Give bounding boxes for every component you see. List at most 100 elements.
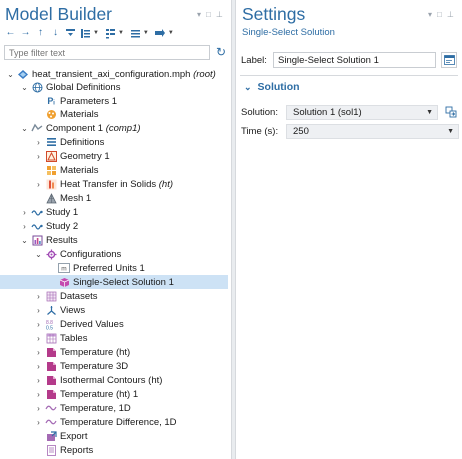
tree-label: Materials [60,108,99,120]
physics-dropdown[interactable]: ▼ [154,27,174,40]
chevron-down-icon: ▼ [167,30,174,36]
tree-node-heat-transfer[interactable]: › Heat Transfer in Solids (ht) [34,177,173,191]
tree-node-study2[interactable]: › Study 2 [20,219,78,233]
tree-node-geometry[interactable]: › Geometry 1 [34,149,110,163]
tree-node-materials-comp[interactable]: Materials [43,163,99,177]
move-up-icon[interactable]: ↑ [34,27,47,40]
tree-node-study1[interactable]: › Study 1 [20,205,78,219]
time-selected-value: 250 [293,126,309,137]
chevron-right-icon[interactable]: › [34,418,43,427]
filter-input[interactable] [4,45,210,60]
solution-section-header[interactable]: ⌄ Solution [244,81,300,93]
materials-icon [45,109,57,120]
minimize-icon[interactable]: □ [206,10,211,19]
go-to-source-icon [445,106,457,118]
chevron-down-icon[interactable]: ⌄ [20,124,29,133]
chevron-down-icon[interactable]: ⌄ [20,236,29,245]
tree-node-configurations[interactable]: ⌄ Configurations [34,247,121,261]
tree-node-single-select[interactable]: Single-Select Solution 1 [0,275,228,289]
chevron-right-icon[interactable]: › [34,404,43,413]
chevron-right-icon[interactable]: › [34,138,43,147]
label-field[interactable] [273,52,436,68]
view-menu-icon[interactable]: ▾ [428,10,432,19]
tree-node-materials-global[interactable]: Materials [43,107,99,121]
chevron-right-icon[interactable]: › [20,208,29,217]
tree-node-temp-1d[interactable]: › Temperature, 1D [34,401,131,415]
export-icon [45,430,57,442]
tree-node-definitions[interactable]: › Definitions [34,135,104,149]
chevron-down-icon: ⌄ [244,81,252,92]
tree-node-results[interactable]: ⌄ Results [20,233,78,247]
chevron-right-icon[interactable]: › [34,320,43,329]
chevron-right-icon[interactable]: › [34,292,43,301]
chevron-down-icon: ▼ [142,30,149,36]
tree-node-temp-ht-1[interactable]: › Temperature (ht) 1 [34,387,138,401]
tree-label: Temperature (ht) [60,346,131,358]
view-menu-icon[interactable]: ▾ [197,10,201,19]
chevron-right-icon[interactable]: › [34,390,43,399]
parameters-icon: Pᵢ [47,96,55,106]
tree-node-reports[interactable]: Reports [43,443,93,457]
solution-selected-value: Solution 1 (sol1) [293,106,362,118]
chevron-right-icon[interactable]: › [34,180,43,189]
model-builder-panel: Model Builder ▾ □ ⊥ ← → ↑ ↓ ▼ ▼ ▼ ▼ Type… [0,0,231,459]
tree-label: Materials [60,164,99,176]
time-select[interactable]: 250 ▼ [286,124,459,139]
chevron-right-icon[interactable]: › [34,152,43,161]
tree-node-export[interactable]: Export [43,429,87,443]
tree-node-derived-values[interactable]: › 8.8 0.5 Derived Values [34,317,124,331]
heat-transfer-icon [45,179,57,190]
tree-node-isothermal[interactable]: › Isothermal Contours (ht) [34,373,162,387]
pin-icon[interactable]: ⊥ [216,10,223,19]
plot-group-icon [45,361,57,372]
chevron-down-icon: ▼ [93,30,99,36]
list-view-icon [129,27,142,40]
tree-node-views[interactable]: › Views [34,303,85,317]
collapse-all-icon[interactable] [64,27,77,40]
configurations-icon [45,249,57,260]
tree-node-global-definitions[interactable]: ⌄ Global Definitions [20,80,120,94]
go-to-source-button[interactable] [443,104,459,120]
show-dropdown[interactable]: ▼ [104,27,124,40]
back-icon[interactable]: ← [4,27,17,40]
expand-dropdown[interactable]: ▼ [79,27,99,40]
tree-node-root[interactable]: ⌄ heat_transient_axi_configuration.mph (… [6,67,231,81]
tree-label: Tables [60,332,88,344]
tree-node-mesh[interactable]: Mesh 1 [43,191,91,205]
tree-node-component[interactable]: ⌄ Component 1 (comp1) [20,121,140,135]
tree-node-temp-3d[interactable]: › Temperature 3D [34,359,128,373]
tree-label: Temperature, 1D [60,402,131,414]
units-icon: m [58,263,70,274]
minimize-icon[interactable]: □ [437,10,442,19]
tree-node-preferred-units[interactable]: m Preferred Units 1 [56,261,145,275]
tree-node-temp-diff-1d[interactable]: › Temperature Difference, 1D [34,415,177,429]
label-row: Label: [241,52,457,68]
chevron-right-icon[interactable]: › [34,334,43,343]
tree-node-datasets[interactable]: › Datasets [34,289,97,303]
tree-label: Study 2 [46,220,79,232]
forward-icon[interactable]: → [19,27,32,40]
chevron-right-icon[interactable]: › [34,362,43,371]
sort-dropdown[interactable]: ▼ [129,27,149,40]
label-edit-button[interactable] [441,52,457,68]
tree-label: Temperature Difference, 1D [60,416,177,428]
tree-node-temp-ht[interactable]: › Temperature (ht) [34,345,130,359]
chevron-down-icon: ▼ [426,108,433,116]
section-title: Solution [257,81,300,93]
pin-icon[interactable]: ⊥ [447,10,454,19]
tree-label: heat_transient_axi_configuration.mph [32,68,191,80]
tree-node-parameters[interactable]: Pᵢ Parameters 1 [43,94,117,108]
tree-node-tables[interactable]: › Tables [34,331,87,345]
solution-select[interactable]: Solution 1 (sol1) ▼ [286,104,438,120]
chevron-right-icon[interactable]: › [34,306,43,315]
chevron-right-icon[interactable]: › [20,222,29,231]
line-plot-icon [45,417,57,428]
move-down-icon[interactable]: ↓ [49,27,62,40]
chevron-down-icon[interactable]: ⌄ [20,83,29,92]
chevron-right-icon[interactable]: › [34,376,43,385]
chevron-down-icon[interactable]: ⌄ [34,250,43,259]
chevron-down-icon[interactable]: ⌄ [6,70,15,79]
tree-label: Export [60,430,88,442]
refresh-icon[interactable]: ↻ [214,45,228,60]
chevron-right-icon[interactable]: › [34,348,43,357]
